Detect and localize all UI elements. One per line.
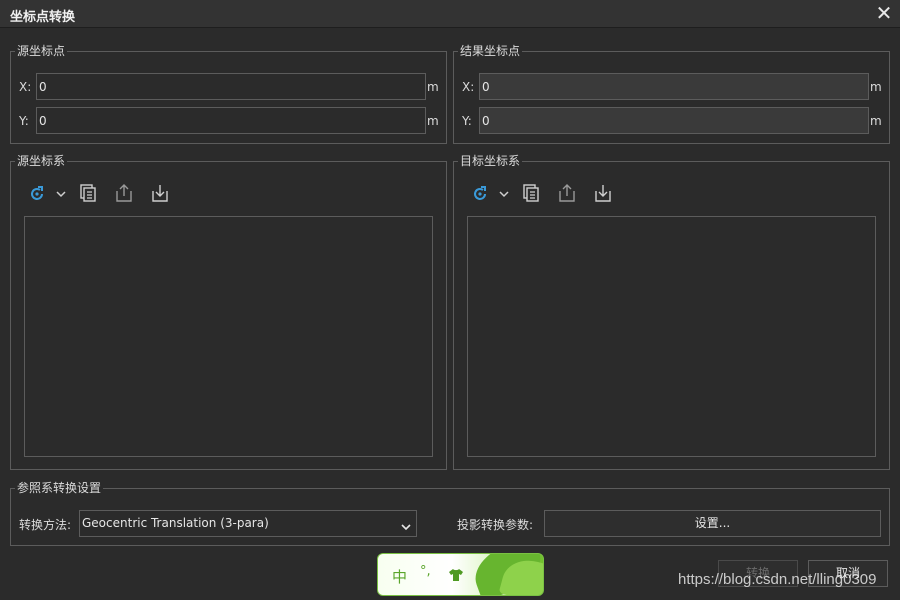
title-bar: 坐标点转换 ✕: [0, 0, 900, 28]
window-title: 坐标点转换: [10, 10, 76, 25]
result-point-label: 结果坐标点: [458, 43, 523, 59]
ime-punctuation-indicator[interactable]: °,: [420, 564, 431, 579]
chevron-down-icon: [400, 517, 412, 542]
result-y-label: Y:: [462, 114, 472, 128]
ime-toolbar[interactable]: 中 °,: [377, 553, 544, 596]
method-label: 转换方法:: [19, 518, 72, 532]
target-crs-label: 目标坐标系: [458, 153, 523, 169]
method-select[interactable]: Geocentric Translation (3-para): [79, 510, 417, 537]
copy-icon[interactable]: [521, 183, 541, 203]
reference-settings-label: 参照系转换设置: [15, 480, 104, 496]
source-x-label: X:: [19, 80, 32, 94]
close-icon[interactable]: ✕: [874, 3, 894, 23]
refresh-icon[interactable]: [27, 184, 47, 204]
ime-mode-indicator[interactable]: 中: [392, 566, 407, 587]
method-select-value: Geocentric Translation (3-para): [82, 516, 269, 530]
target-crs-list[interactable]: [467, 216, 876, 457]
projection-params-label: 投影转换参数:: [457, 518, 534, 532]
shirt-icon[interactable]: [448, 568, 464, 585]
source-point-label: 源坐标点: [15, 43, 68, 59]
source-x-input[interactable]: [36, 73, 426, 100]
result-y-unit: m: [870, 114, 882, 128]
settings-button[interactable]: 设置...: [544, 510, 881, 537]
chevron-down-icon[interactable]: [497, 184, 511, 204]
result-y-input[interactable]: [479, 107, 869, 134]
export-icon[interactable]: [114, 183, 134, 203]
source-x-unit: m: [427, 80, 439, 94]
source-y-label: Y:: [19, 114, 29, 128]
export-icon[interactable]: [557, 183, 577, 203]
source-y-input[interactable]: [36, 107, 426, 134]
watermark-url: https://blog.csdn.net/lling0309: [678, 571, 877, 588]
result-x-label: X:: [462, 80, 475, 94]
source-y-unit: m: [427, 114, 439, 128]
result-x-unit: m: [870, 80, 882, 94]
refresh-icon[interactable]: [470, 184, 490, 204]
source-crs-label: 源坐标系: [15, 153, 68, 169]
chevron-down-icon[interactable]: [54, 184, 68, 204]
source-crs-list[interactable]: [24, 216, 433, 457]
import-icon[interactable]: [593, 183, 613, 203]
result-x-input[interactable]: [479, 73, 869, 100]
copy-icon[interactable]: [78, 183, 98, 203]
import-icon[interactable]: [150, 183, 170, 203]
